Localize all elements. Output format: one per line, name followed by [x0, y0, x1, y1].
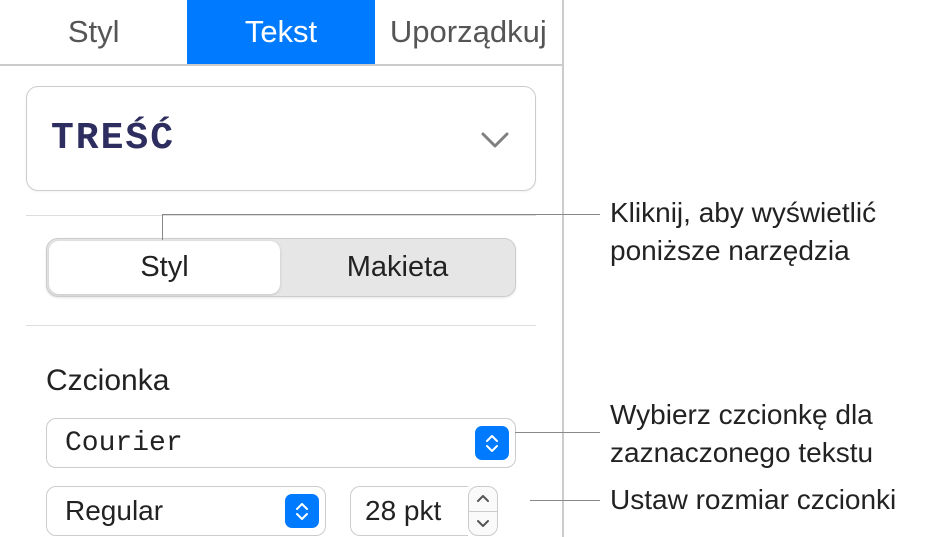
callout-line: zaznaczonego tekstu — [610, 434, 873, 472]
mode-tab-makieta[interactable]: Makieta — [282, 241, 513, 294]
tab-uporzadkuj[interactable]: Uporządkuj — [375, 0, 562, 64]
font-weight-select[interactable]: Regular — [46, 486, 326, 536]
stepper-up-button[interactable] — [469, 487, 497, 512]
font-section-label: Czcionka — [46, 364, 562, 398]
callout-leader — [162, 214, 163, 240]
paragraph-style-selector[interactable]: TREŚĆ — [26, 86, 536, 191]
callout-line: Kliknij, aby wyświetlić — [610, 194, 876, 232]
top-tabs: Styl Tekst Uporządkuj — [0, 0, 562, 66]
font-bottom-row: Regular 28 pkt — [46, 486, 516, 536]
divider — [26, 325, 536, 326]
mode-segmented-control: Styl Makieta — [46, 238, 516, 297]
font-size-stepper — [468, 486, 498, 536]
paragraph-style-name: TREŚĆ — [51, 117, 175, 160]
font-size-group: 28 pkt — [350, 486, 498, 536]
font-weight-value: Regular — [65, 495, 163, 527]
tab-tekst[interactable]: Tekst — [187, 0, 374, 64]
stepper-down-button[interactable] — [469, 512, 497, 536]
callout-styl-tab: Kliknij, aby wyświetlić poniższe narzędz… — [610, 194, 876, 270]
callout-line: poniższe narzędzia — [610, 232, 876, 270]
updown-arrow-icon — [285, 494, 319, 528]
font-size-input[interactable]: 28 pkt — [350, 486, 468, 536]
font-family-select[interactable]: Courier — [46, 418, 516, 468]
format-panel: Styl Tekst Uporządkuj TREŚĆ Styl Makieta… — [0, 0, 564, 537]
tab-styl[interactable]: Styl — [0, 0, 187, 64]
callout-leader — [162, 214, 600, 215]
divider — [26, 215, 536, 216]
callout-font-size: Ustaw rozmiar czcionki — [610, 481, 896, 519]
font-family-value: Courier — [65, 428, 183, 459]
callout-line: Wybierz czcionkę dla — [610, 396, 873, 434]
updown-arrow-icon — [475, 426, 509, 460]
callout-leader — [515, 432, 600, 433]
callout-leader — [530, 500, 600, 501]
chevron-down-icon — [479, 128, 511, 150]
callout-font-family: Wybierz czcionkę dla zaznaczonego tekstu — [610, 396, 873, 472]
mode-tab-styl[interactable]: Styl — [49, 241, 280, 294]
